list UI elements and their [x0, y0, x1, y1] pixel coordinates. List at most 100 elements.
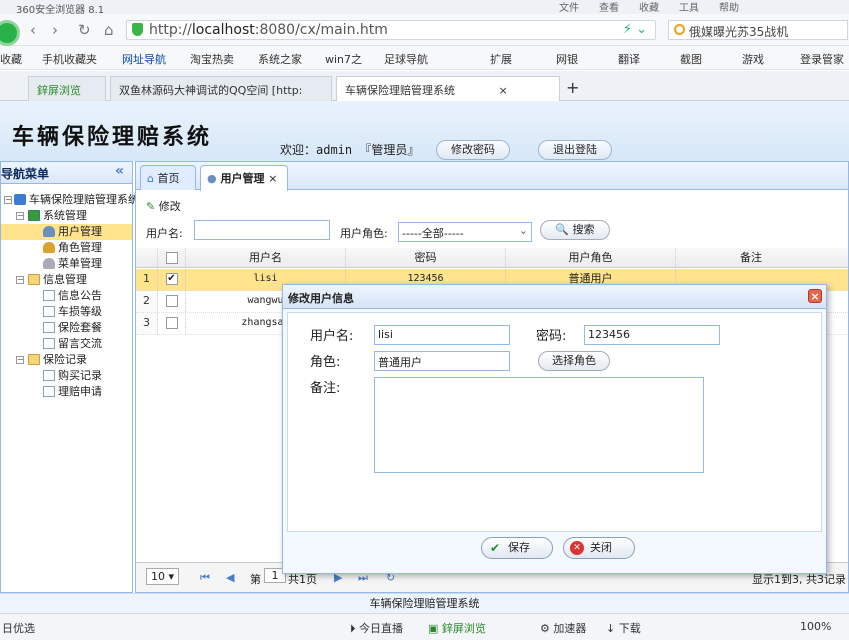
collapse-toggle-icon[interactable]: −	[16, 212, 24, 220]
bookmark-favorites[interactable]: 收藏	[0, 51, 22, 67]
status-left[interactable]: 日优选	[2, 620, 35, 636]
prev-page-icon[interactable]: ◀	[226, 571, 234, 584]
sidebar-title: 导航菜单	[1, 167, 50, 181]
role-select[interactable]: -----全部----- ⌄	[398, 222, 532, 242]
bookmark-win7[interactable]: win7之	[325, 51, 362, 67]
back-icon[interactable]: ‹	[30, 21, 36, 39]
browser-titlebar: 360安全浏览器 8.1 文件 查看 收藏 工具 帮助	[0, 0, 849, 16]
bookmark-taobao[interactable]: 淘宝热卖	[190, 51, 234, 67]
menu-tools[interactable]: 工具	[679, 0, 699, 14]
status-screen[interactable]: ▣ 鋅屏浏览	[428, 620, 486, 636]
welcome-text: 欢迎：admin 『管理员』	[280, 143, 420, 157]
role-field[interactable]: 普通用户	[374, 351, 510, 371]
row-checkbox[interactable]	[158, 313, 186, 334]
sidebar: 导航菜单 « − 车辆保险理赔管理系统 − 系统管理 用户管理 角色管理 菜单管…	[0, 161, 139, 593]
tab-user-management[interactable]: ● 用户管理 ×	[200, 165, 288, 191]
tree-group-info[interactable]: − 信息管理	[1, 272, 132, 288]
bookmark-login[interactable]: 登录管家	[800, 51, 844, 67]
menu-favorites[interactable]: 收藏	[639, 0, 659, 14]
col-password[interactable]: 密码	[346, 248, 506, 267]
change-password-button[interactable]: 修改密码	[436, 140, 510, 160]
bookmark-xitong[interactable]: 系统之家	[258, 51, 302, 67]
username-label: 用户名:	[310, 329, 354, 344]
tab-current[interactable]: 车辆保险理赔管理系统 ×	[336, 76, 560, 102]
tab-screen-browse[interactable]: 鋅屏浏览	[28, 76, 106, 101]
row-checkbox[interactable]: ✔	[158, 269, 186, 290]
first-page-icon[interactable]: ⏮	[200, 571, 210, 585]
logout-button[interactable]: 退出登陆	[538, 140, 612, 160]
row-checkbox[interactable]	[158, 291, 186, 312]
password-field[interactable]: 123456	[584, 325, 720, 345]
user-icon: ●	[207, 172, 217, 185]
collapse-toggle-icon[interactable]: −	[4, 196, 12, 204]
tree-group-insurance[interactable]: − 保险记录	[1, 352, 132, 368]
page-icon	[43, 370, 55, 381]
status-live[interactable]: ⏵ 今日直播	[350, 620, 403, 636]
bookmarks-bar: 收藏 手机收藏夹 网址导航 淘宝热卖 系统之家 win7之 足球导航 扩展 网银…	[0, 46, 849, 70]
new-tab-button[interactable]: +	[562, 76, 586, 101]
system-title: 车辆保险理赔系统	[12, 124, 213, 150]
home-icon[interactable]: ⌂	[104, 21, 114, 39]
bookmark-football[interactable]: 足球导航	[384, 51, 428, 67]
status-accelerator[interactable]: ⚙ 加速器	[540, 620, 586, 636]
sidebar-item-notice[interactable]: 信息公告	[1, 288, 132, 304]
bookmark-nav[interactable]: 网址导航	[122, 51, 166, 67]
browser-tabs: 鋅屏浏览 双鱼林源码大神调试的QQ空间 [http: 车辆保险理赔管理系统 × …	[0, 71, 849, 102]
dialog-title: 修改用户信息	[288, 292, 354, 305]
bookmark-extensions[interactable]: 扩展	[490, 51, 512, 67]
collapse-icon[interactable]: «	[115, 163, 124, 179]
url-input[interactable]: http://localhost:8080/cx/main.htm ⚡ ⌄	[126, 20, 656, 40]
security-shield-icon	[132, 23, 143, 36]
menu-help[interactable]: 帮助	[719, 0, 739, 14]
close-icon[interactable]: ×	[808, 289, 822, 303]
status-download[interactable]: ↓ 下载	[606, 620, 641, 636]
menu-view[interactable]: 查看	[599, 0, 619, 14]
refresh-icon[interactable]: ↻	[78, 21, 91, 39]
settings-icon	[28, 210, 40, 221]
page-icon	[43, 322, 55, 333]
sidebar-item-damage-level[interactable]: 车损等级	[1, 304, 132, 320]
sidebar-item-claims[interactable]: 理赔申请	[1, 384, 132, 400]
bookmark-mobile[interactable]: 手机收藏夹	[42, 51, 97, 67]
close-tab-icon[interactable]: ×	[268, 172, 277, 185]
select-all-checkbox[interactable]	[158, 248, 186, 267]
close-tab-icon[interactable]: ×	[499, 84, 508, 97]
tab-home[interactable]: ⌂ 首页	[140, 165, 196, 190]
tab-qq-space[interactable]: 双鱼林源码大神调试的QQ空间 [http:	[110, 76, 332, 101]
username-label: 用户名:	[146, 227, 183, 240]
search-button[interactable]: 🔍 搜索	[540, 220, 610, 240]
page-size-select[interactable]: 10 ▾	[146, 568, 180, 585]
bookmark-screenshot[interactable]: 截图	[680, 51, 702, 67]
tree-root[interactable]: − 车辆保险理赔管理系统	[1, 192, 139, 208]
remark-textarea[interactable]	[374, 377, 704, 473]
col-username[interactable]: 用户名	[186, 248, 346, 267]
tree-group-system[interactable]: − 系统管理	[1, 208, 132, 224]
sidebar-item-user-management[interactable]: 用户管理	[1, 224, 132, 240]
collapse-toggle-icon[interactable]: −	[16, 356, 24, 364]
select-role-button[interactable]: 选择角色	[538, 351, 610, 371]
edit-user-dialog: 修改用户信息 × 用户名: lisi 密码: 123456 角色: 普通用户 选…	[282, 284, 827, 574]
edit-button[interactable]: ✎ 修改	[146, 198, 181, 214]
save-button[interactable]: ✔ 保存	[481, 537, 553, 559]
collapse-toggle-icon[interactable]: −	[16, 276, 24, 284]
role-label: 用户角色:	[340, 227, 388, 240]
folder-icon	[28, 354, 40, 365]
forward-icon[interactable]: ›	[52, 21, 58, 39]
sidebar-item-insurance-package[interactable]: 保险套餐	[1, 320, 132, 336]
username-field[interactable]: lisi	[374, 325, 510, 345]
sidebar-item-menu-management[interactable]: 菜单管理	[1, 256, 132, 272]
menu-file[interactable]: 文件	[559, 0, 579, 14]
lightning-icon[interactable]: ⚡ ⌄	[623, 22, 647, 37]
username-search-input[interactable]	[194, 220, 330, 240]
bookmark-translate[interactable]: 翻译	[618, 51, 640, 67]
zoom-level[interactable]: 100%	[800, 620, 831, 633]
browser-search-input[interactable]: 俄媒曝光苏35战机	[668, 20, 848, 40]
bookmark-games[interactable]: 游戏	[742, 51, 764, 67]
bookmark-bank[interactable]: 网银	[556, 51, 578, 67]
sidebar-item-messages[interactable]: 留言交流	[1, 336, 132, 352]
cancel-button[interactable]: ✕ 关闭	[563, 537, 635, 559]
sidebar-item-purchase-records[interactable]: 购买记录	[1, 368, 132, 384]
col-role[interactable]: 用户角色	[506, 248, 676, 267]
sidebar-item-role-management[interactable]: 角色管理	[1, 240, 132, 256]
col-remark[interactable]: 备注	[676, 248, 826, 267]
